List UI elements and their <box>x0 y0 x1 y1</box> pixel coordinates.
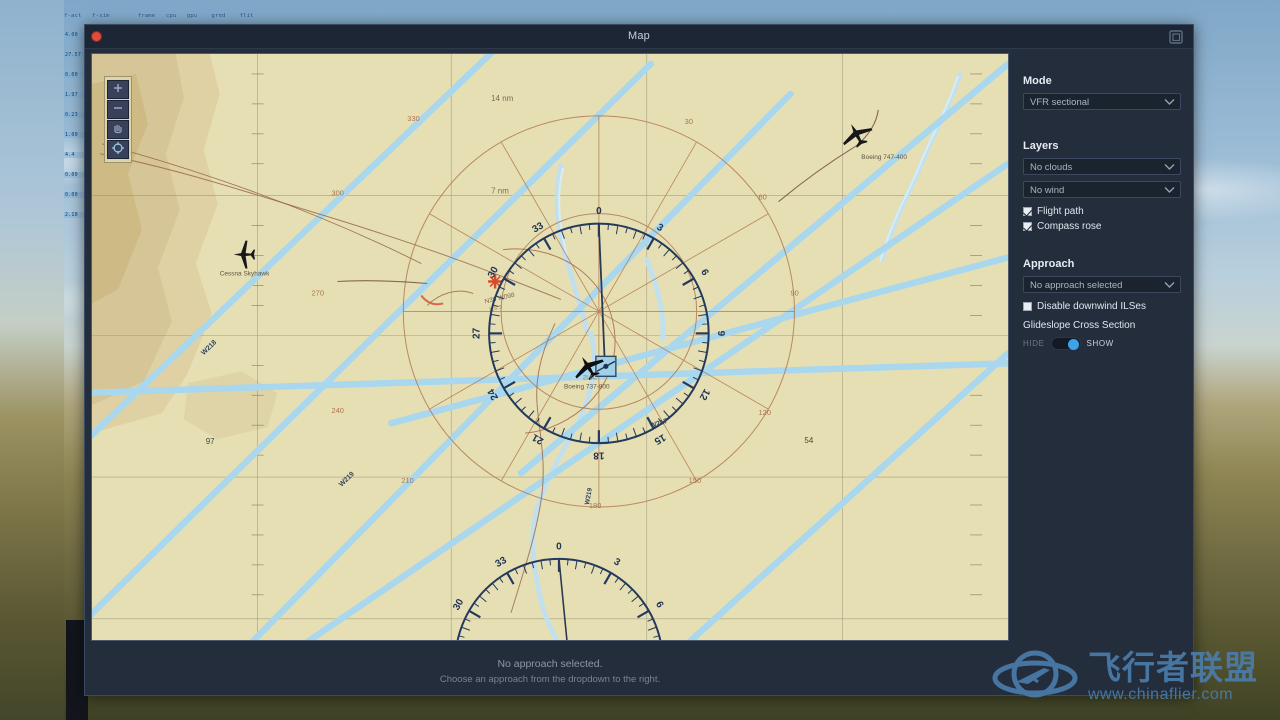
checkbox-icon <box>1023 301 1032 311</box>
status-line-primary: No approach selected. <box>497 658 603 670</box>
simulator-left-view <box>0 0 64 720</box>
window-titlebar: Map <box>85 25 1193 49</box>
radial-label: 330 <box>407 114 419 123</box>
radial-label: 60 <box>759 193 767 202</box>
status-line-secondary: Choose an approach from the dropdown to … <box>439 674 661 685</box>
radial-label: 90 <box>790 288 798 297</box>
wind-select-value: No wind <box>1030 185 1065 196</box>
checkbox-disable-downwind-ilses[interactable]: Disable downwind ILSes <box>1023 299 1181 313</box>
radial-label: 120 <box>759 408 771 417</box>
wind-select[interactable]: No wind <box>1023 181 1181 198</box>
toggle-knob <box>1067 339 1079 350</box>
pan-hand-button[interactable] <box>107 120 129 139</box>
glideslope-toggle[interactable] <box>1050 337 1081 350</box>
window-title: Map <box>628 30 650 42</box>
compass-rose-label: 18 <box>593 450 605 461</box>
zoom-in-button[interactable] <box>107 80 129 99</box>
mode-select[interactable]: VFR sectional <box>1023 93 1181 110</box>
layers-section-title: Layers <box>1023 140 1059 152</box>
map-window: Map 330 300 270 240 210 180 150 120 90 6… <box>84 24 1194 696</box>
map-sidebar: Mode VFR sectional Layers No clouds No w… <box>1015 53 1189 693</box>
radial-label: 270 <box>312 288 324 297</box>
aircraft-label-737: Boeing 737-800 <box>564 383 610 390</box>
approach-select-value: No approach selected <box>1030 280 1123 291</box>
checkbox-compass-rose[interactable]: Compass rose <box>1023 219 1181 233</box>
range-ring-label: 7 nm <box>491 187 509 196</box>
aircraft-label-747: Boeing 747-400 <box>861 154 907 161</box>
radial-label: 240 <box>331 406 343 415</box>
center-target-button[interactable] <box>107 140 129 159</box>
checkbox-label: Compass rose <box>1037 220 1102 232</box>
radial-label: 300 <box>331 189 343 198</box>
checkbox-flight-path[interactable]: Flight path <box>1023 204 1181 218</box>
hud-header-row: f-act f-sim frame cpu gpu grnd flit <box>64 13 254 19</box>
checkbox-label: Flight path <box>1037 205 1084 217</box>
aircraft-alt-label: 2L6C <box>583 375 598 381</box>
watermark-url: www.chinaflier.com <box>1088 686 1234 703</box>
map-number-label: 97 <box>206 437 215 446</box>
chevron-down-icon <box>1164 163 1175 174</box>
checkbox-label: Disable downwind ILSes <box>1037 300 1146 312</box>
checkbox-icon <box>1023 221 1032 231</box>
compass-rose-label: 0 <box>596 206 602 217</box>
approach-status-panel: No approach selected. Choose an approach… <box>91 645 1009 691</box>
watermark-brand: 飞行者联盟 <box>1088 649 1258 686</box>
radial-label: 30 <box>685 117 693 126</box>
toggle-hide-label: HIDE <box>1023 339 1045 348</box>
glideslope-toggle-row[interactable]: HIDE SHOW <box>1023 337 1181 350</box>
radial-label: 150 <box>689 476 701 485</box>
glideslope-label: Glideslope Cross Section <box>1023 320 1136 331</box>
mode-section-title: Mode <box>1023 75 1052 87</box>
watermark: 飞行者联盟 www.chinaflier.com <box>992 646 1258 708</box>
range-ring-label: 14 nm <box>491 94 514 103</box>
chevron-down-icon <box>1164 281 1175 292</box>
map-canvas[interactable]: 330 300 270 240 210 180 150 120 90 60 30… <box>91 53 1009 641</box>
approach-section-title: Approach <box>1023 258 1075 270</box>
zoom-out-button[interactable] <box>107 100 129 119</box>
radial-label: 210 <box>401 476 413 485</box>
map-zoom-toolbar[interactable] <box>104 76 132 163</box>
clouds-select-value: No clouds <box>1030 162 1073 173</box>
chinaflier-logo-icon <box>992 650 1078 698</box>
window-restore-icon[interactable] <box>1167 28 1185 46</box>
toggle-show-label: SHOW <box>1086 339 1114 348</box>
clouds-select[interactable]: No clouds <box>1023 158 1181 175</box>
map-graphics: 330 300 270 240 210 180 150 120 90 60 30… <box>92 54 1008 640</box>
aircraft-label-cessna: Cessna Skyhawk <box>220 271 270 278</box>
compass-rose-label: 27 <box>472 327 483 339</box>
chevron-down-icon <box>1164 98 1175 109</box>
chevron-down-icon <box>1164 186 1175 197</box>
approach-select[interactable]: No approach selected <box>1023 276 1181 293</box>
compass-rose-label: 9 <box>715 331 726 337</box>
map-number-label: 54 <box>804 436 813 445</box>
checkbox-icon <box>1023 206 1032 216</box>
compass-rose-label: 0 <box>556 541 562 552</box>
mode-select-value: VFR sectional <box>1030 97 1090 108</box>
